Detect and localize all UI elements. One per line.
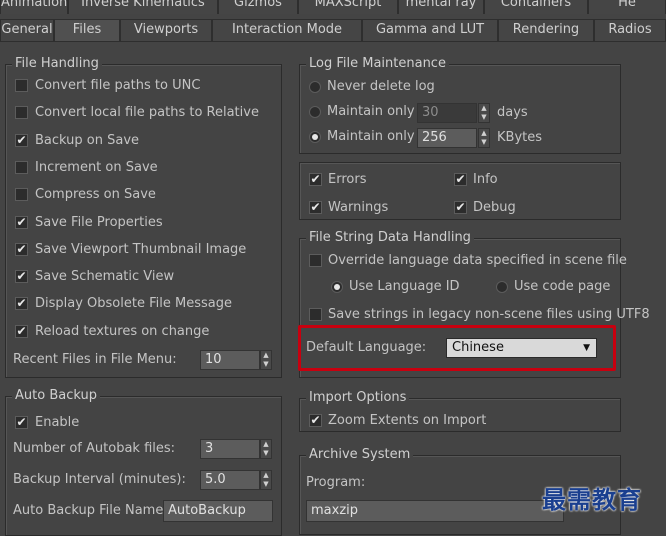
file-option-checkbox[interactable]: ✔: [15, 270, 28, 283]
tab-row-bottom: General Files Viewports Interaction Mode…: [0, 19, 666, 41]
file-option-checkbox[interactable]: ✔: [15, 297, 28, 310]
maintain-kb-input[interactable]: 256: [417, 128, 477, 148]
maintain-days-label: Maintain only: [327, 104, 415, 119]
never-delete-label: Never delete log: [327, 79, 435, 94]
file-option-label: Display Obsolete File Message: [35, 296, 232, 311]
info-checkbox[interactable]: ✔: [454, 173, 467, 186]
watermark-logo: 最需教育: [542, 485, 642, 514]
default-language-value: Chinese: [452, 340, 504, 355]
tab-interaction-mode[interactable]: Interaction Mode: [212, 19, 362, 41]
enable-checkbox[interactable]: ✔: [15, 416, 28, 429]
recent-files-spinner[interactable]: ▲ ▼: [260, 350, 272, 370]
enable-label: Enable: [35, 415, 80, 430]
tab-animation[interactable]: Animation: [0, 0, 68, 14]
backup-interval-label: Backup Interval (minutes):: [13, 472, 186, 487]
warnings-checkbox[interactable]: ✔: [309, 201, 322, 214]
file-option-checkbox[interactable]: ✔: [15, 243, 28, 256]
chevron-down-icon: ▼: [583, 343, 590, 353]
file-option-label: Backup on Save: [35, 133, 140, 148]
days-unit: days: [497, 105, 528, 120]
recent-files-label: Recent Files in File Menu:: [13, 352, 177, 367]
program-input[interactable]: maxzip: [306, 500, 564, 522]
archive-system-title: Archive System: [306, 446, 414, 464]
tab-radiosity[interactable]: Radios: [594, 19, 666, 41]
backup-filename-input[interactable]: AutoBackup: [163, 500, 273, 522]
tab-files[interactable]: Files: [54, 19, 120, 41]
tab-gamma-lut[interactable]: Gamma and LUT: [362, 19, 498, 41]
never-delete-radio[interactable]: [309, 81, 321, 93]
maintain-kb-spinner[interactable]: ▲ ▼: [478, 128, 490, 148]
file-handling-title: File Handling: [12, 55, 102, 73]
file-option-checkbox[interactable]: [15, 161, 28, 174]
file-option-label: Convert local file paths to Relative: [35, 105, 259, 120]
tab-gizmos[interactable]: Gizmos: [218, 0, 298, 14]
file-option-checkbox[interactable]: ✔: [15, 216, 28, 229]
file-option-checkbox[interactable]: ✔: [15, 134, 28, 147]
save-utf8-checkbox[interactable]: [309, 308, 322, 321]
auto-backup-title: Auto Backup: [12, 387, 100, 405]
override-language-label: Override language data specified in scen…: [328, 253, 627, 268]
debug-label: Debug: [473, 200, 516, 215]
backup-interval-spinner[interactable]: ▲ ▼: [260, 470, 272, 490]
file-option-checkbox[interactable]: [15, 188, 28, 201]
debug-checkbox[interactable]: ✔: [454, 201, 467, 214]
errors-label: Errors: [328, 172, 367, 187]
tab-viewports[interactable]: Viewports: [120, 19, 212, 41]
num-autobak-input[interactable]: 3: [200, 439, 260, 459]
default-language-select[interactable]: Chinese ▼: [446, 338, 597, 358]
file-option-label: Save File Properties: [35, 215, 163, 230]
override-language-checkbox[interactable]: [309, 254, 322, 267]
use-language-id-label: Use Language ID: [349, 279, 460, 294]
tab-general[interactable]: General: [0, 19, 54, 41]
file-string-title: File String Data Handling: [306, 229, 474, 247]
warnings-label: Warnings: [328, 200, 389, 215]
tab-divider: [0, 41, 666, 42]
use-code-page-label: Use code page: [514, 279, 611, 294]
use-code-page-radio[interactable]: [496, 281, 508, 293]
tab-maxscript[interactable]: MAXScript: [298, 0, 398, 14]
file-option-label: Convert file paths to UNC: [35, 78, 201, 93]
file-option-checkbox[interactable]: [15, 79, 28, 92]
maintain-kb-radio[interactable]: [309, 131, 321, 143]
num-autobak-spinner[interactable]: ▲ ▼: [260, 439, 272, 459]
tab-inverse-kinematics[interactable]: Inverse Kinematics: [68, 0, 218, 14]
tab-rendering[interactable]: Rendering: [498, 19, 594, 41]
tab-containers[interactable]: Containers: [484, 0, 588, 14]
file-option-checkbox[interactable]: ✔: [15, 325, 28, 338]
file-option-checkbox[interactable]: [15, 106, 28, 119]
file-option-label: Reload textures on change: [35, 324, 210, 339]
default-language-label: Default Language:: [306, 340, 427, 355]
import-options-title: Import Options: [306, 389, 410, 407]
file-option-label: Compress on Save: [35, 187, 156, 202]
maintain-days-spinner[interactable]: ▲ ▼: [478, 103, 490, 123]
tab-help[interactable]: He: [588, 0, 666, 14]
tab-row-top: Animation Inverse Kinematics Gizmos MAXS…: [0, 0, 666, 14]
maintain-kb-label: Maintain only: [327, 129, 415, 144]
zoom-extents-checkbox[interactable]: ✔: [309, 414, 322, 427]
program-label: Program:: [306, 475, 366, 490]
tab-mental-ray[interactable]: mental ray: [398, 0, 484, 14]
zoom-extents-label: Zoom Extents on Import: [328, 413, 487, 428]
maintain-days-input[interactable]: 30: [417, 103, 477, 123]
maintain-days-radio[interactable]: [309, 106, 321, 118]
log-maintenance-title: Log File Maintenance: [306, 55, 449, 73]
recent-files-input[interactable]: 10: [200, 350, 260, 370]
backup-interval-input[interactable]: 5.0: [200, 470, 260, 490]
file-option-label: Save Schematic View: [35, 269, 175, 284]
info-label: Info: [473, 172, 498, 187]
backup-filename-label: Auto Backup File Name:: [13, 503, 168, 518]
errors-checkbox[interactable]: ✔: [309, 173, 322, 186]
save-utf8-label: Save strings in legacy non-scene files u…: [328, 307, 650, 322]
num-autobak-label: Number of Autobak files:: [13, 441, 176, 456]
file-option-label: Increment on Save: [35, 160, 158, 175]
kb-unit: KBytes: [497, 130, 543, 145]
file-option-label: Save Viewport Thumbnail Image: [35, 242, 247, 257]
use-language-id-radio[interactable]: [331, 281, 343, 293]
